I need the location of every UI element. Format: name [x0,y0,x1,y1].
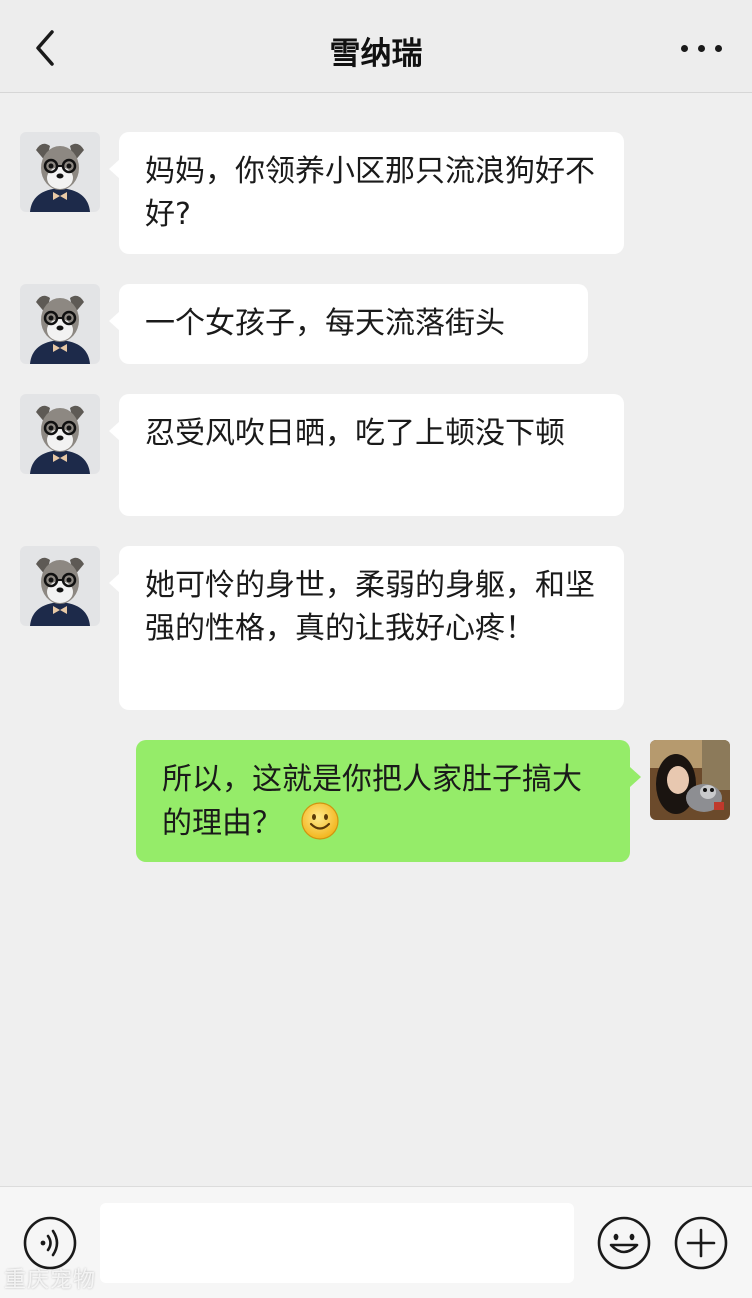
more-button[interactable] [678,34,726,62]
chat-area[interactable]: 妈妈，你领养小区那只流浪狗好不好? 一个女孩子，每天流落街头 忍受风吹日晒，吃了… [0,93,752,1186]
message-row: 忍受风吹日晒，吃了上顿没下顿 [0,373,752,523]
avatar[interactable] [20,394,100,474]
message-text: 忍受风吹日晒，吃了上顿没下顿 [145,416,565,451]
message-bubble[interactable]: 一个女孩子，每天流落街头 [119,284,588,364]
message-text: 一个女孩子，每天流落街头 [145,306,505,341]
avatar[interactable] [20,546,100,626]
message-row: 她可怜的身世，柔弱的身躯，和坚强的性格，真的让我好心疼！ [0,523,752,713]
more-dots-icon [715,45,722,52]
message-row: 一个女孩子，每天流落街头 [0,263,752,373]
message-row: 妈妈，你领养小区那只流浪狗好不好? [0,93,752,263]
input-bar [0,1186,752,1298]
emoji-icon [597,1216,651,1270]
message-bubble[interactable]: 她可怜的身世，柔弱的身躯，和坚强的性格，真的让我好心疼！ [119,546,624,710]
smile-emoji-icon [300,801,340,853]
plus-icon [674,1216,728,1270]
avatar[interactable] [20,132,100,212]
bubble-tail [630,767,641,787]
message-text: 所以，这就是你把人家肚子搞大的理由？ [162,762,582,841]
emoji-button[interactable] [596,1215,652,1271]
dog-avatar-icon [20,546,100,626]
message-text: 她可怜的身世，柔弱的身躯，和坚强的性格，真的让我好心疼！ [145,568,595,646]
self-avatar[interactable] [650,740,730,820]
message-bubble[interactable]: 所以，这就是你把人家肚子搞大的理由？ [136,740,630,862]
dog-avatar-icon [20,284,100,364]
user-photo-icon [650,740,730,820]
message-row: 所以，这就是你把人家肚子搞大的理由？ [0,713,752,873]
watermark: 重庆宠物 [4,1268,97,1293]
top-bar: 雪纳瑞 [0,0,752,93]
dog-avatar-icon [20,132,100,212]
more-functions-button[interactable] [673,1215,729,1271]
message-text: 妈妈，你领养小区那只流浪狗好不好? [145,154,595,232]
more-dots-icon [681,45,688,52]
message-bubble[interactable]: 妈妈，你领养小区那只流浪狗好不好? [119,132,624,254]
chat-title: 雪纳瑞 [329,36,423,72]
more-dots-icon [698,45,705,52]
avatar[interactable] [20,284,100,364]
message-bubble[interactable]: 忍受风吹日晒，吃了上顿没下顿 [119,394,624,516]
dog-avatar-icon [20,394,100,474]
message-input[interactable] [100,1203,574,1283]
